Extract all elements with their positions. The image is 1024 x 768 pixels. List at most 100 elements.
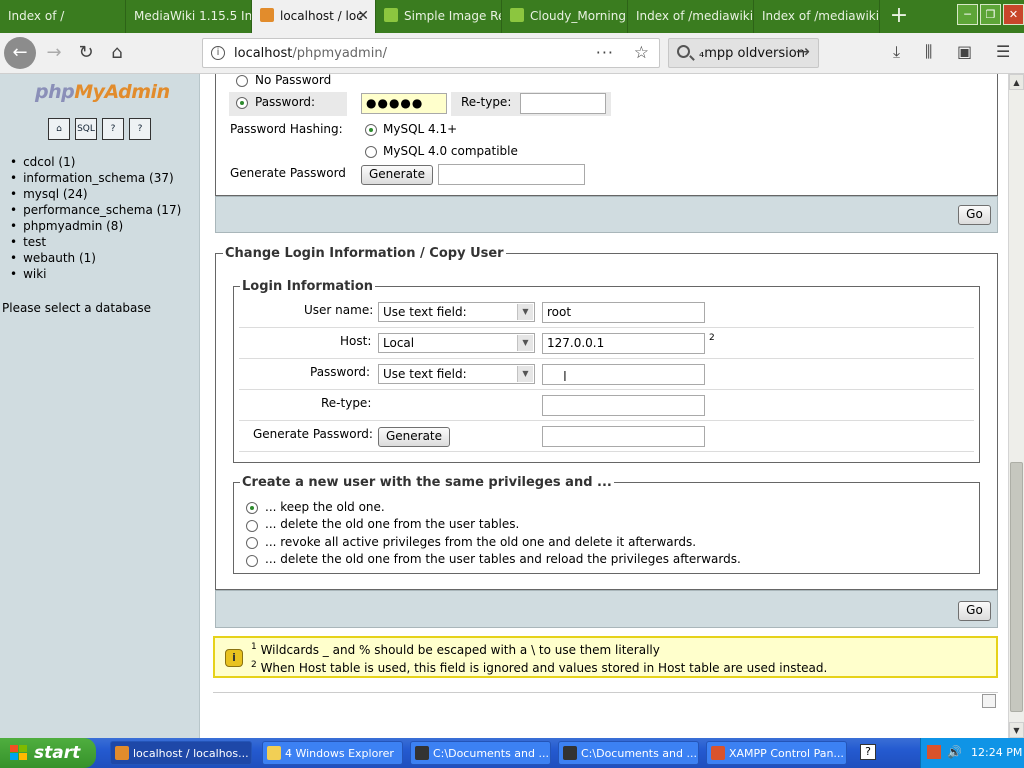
keep-old-radio[interactable] xyxy=(246,502,258,514)
username-label: User name: xyxy=(304,303,374,317)
notice-icon: i xyxy=(225,649,243,667)
info-icon[interactable]: i xyxy=(211,46,225,60)
keep-old-label: ... keep the old one. xyxy=(265,500,385,514)
scroll-down-icon[interactable]: ▼ xyxy=(1009,722,1024,738)
database-link[interactable]: cdcol (1) xyxy=(10,154,181,170)
close-window-button[interactable]: ✕ xyxy=(1003,4,1024,25)
login-password-label: Password: xyxy=(310,365,371,379)
clock: 12:24 PM xyxy=(971,746,1023,759)
phpmyadmin-favicon-icon xyxy=(260,8,274,22)
password-type-select[interactable]: Use text field: ▼ xyxy=(378,364,535,384)
search-go-icon[interactable]: → xyxy=(796,42,810,62)
row-divider xyxy=(239,451,974,452)
go-button[interactable]: Go xyxy=(958,601,991,621)
window-controls: ─ ❐ ✕ xyxy=(957,4,1024,25)
restore-button[interactable]: ❐ xyxy=(980,4,1001,25)
hash-mysql41-radio[interactable] xyxy=(365,124,377,136)
forward-button[interactable]: → xyxy=(38,37,70,69)
retype-password-input[interactable] xyxy=(520,93,606,114)
browser-tab[interactable]: Index of /mediawiki/ xyxy=(628,0,754,33)
taskbar-item[interactable]: C:\Documents and ... xyxy=(410,741,551,765)
generate-password-label: Generate Password xyxy=(230,166,346,180)
scroll-thumb[interactable] xyxy=(1010,462,1023,712)
login-retype-input[interactable] xyxy=(542,395,705,416)
menu-icon[interactable]: ☰ xyxy=(996,42,1010,61)
main-content-frame: No Password Password: ●●●●● Re-type: Pas… xyxy=(201,74,1008,738)
login-generate-button[interactable]: Generate xyxy=(378,427,450,447)
hash-mysql40-label: MySQL 4.0 compatible xyxy=(383,144,518,158)
query-icon[interactable]: ? xyxy=(102,118,124,140)
sidebar-icon[interactable]: ▣ xyxy=(957,42,972,61)
download-icon[interactable]: ⤓ xyxy=(893,42,900,62)
bookmark-star-icon[interactable]: ☆ xyxy=(634,43,649,63)
reload-button[interactable]: ↻ xyxy=(70,37,102,69)
database-link[interactable]: webauth (1) xyxy=(10,250,181,266)
new-tab-button[interactable]: + xyxy=(880,0,918,33)
phpmyadmin-logo[interactable]: phpMyAdmin xyxy=(35,81,170,103)
row-divider xyxy=(239,327,974,328)
taskbar-item[interactable]: 4 Windows Explorer xyxy=(262,741,403,765)
no-password-radio[interactable] xyxy=(236,75,248,87)
hash-mysql40-radio[interactable] xyxy=(365,146,377,158)
vertical-scrollbar[interactable]: ▲ ▼ xyxy=(1008,74,1024,738)
green-leaf-icon xyxy=(510,8,524,22)
browser-tab[interactable]: Index of /mediawiki/1 xyxy=(754,0,880,33)
delete-reload-radio[interactable] xyxy=(246,555,258,567)
database-link[interactable]: phpmyadmin (8) xyxy=(10,218,181,234)
password-input[interactable]: ●●●●● xyxy=(361,93,447,114)
taskbar-item[interactable]: XAMPP Control Pan... xyxy=(706,741,847,765)
volume-icon[interactable]: 🔊 xyxy=(947,745,962,759)
navigation-toolbar: ← → ↻ ⌂ i localhost/phpmyadmin/ ··· ☆ ₄m… xyxy=(0,33,1024,74)
host-type-select[interactable]: Local ▼ xyxy=(378,333,535,353)
database-link[interactable]: information_schema (37) xyxy=(10,170,181,186)
host-footnote-marker: 2 xyxy=(709,333,715,343)
browser-tab-active[interactable]: localhost / loc ✕ xyxy=(252,0,376,33)
go-button[interactable]: Go xyxy=(958,205,991,225)
database-link[interactable]: performance_schema (17) xyxy=(10,202,181,218)
password-label: Password: xyxy=(255,95,316,109)
browser-tab[interactable]: Index of / xyxy=(0,0,126,33)
start-button[interactable]: start xyxy=(0,738,96,768)
library-icon[interactable]: ⫼ xyxy=(925,42,932,62)
taskbar-item[interactable]: C:\Documents and ... xyxy=(558,741,699,765)
home-icon[interactable]: ⌂ xyxy=(101,37,133,69)
help-icon[interactable]: ? xyxy=(860,744,876,760)
username-type-select[interactable]: Use text field: ▼ xyxy=(378,302,535,322)
generate-button[interactable]: Generate xyxy=(361,165,433,185)
minimize-button[interactable]: ─ xyxy=(957,4,978,25)
hash-mysql41-label: MySQL 4.1+ xyxy=(383,122,458,136)
delete-old-radio[interactable] xyxy=(246,520,258,532)
browser-tab[interactable]: MediaWiki 1.15.5 Ins xyxy=(126,0,252,33)
host-input[interactable]: 127.0.0.1 xyxy=(542,333,705,354)
tab-label: localhost / loc xyxy=(280,9,363,23)
print-view-icon[interactable] xyxy=(982,694,996,708)
text-cursor-icon: I xyxy=(563,370,567,385)
browser-tab[interactable]: Simple Image Re xyxy=(376,0,502,33)
search-icon xyxy=(677,45,690,58)
close-tab-icon[interactable]: ✕ xyxy=(357,0,369,33)
database-link[interactable]: mysql (24) xyxy=(10,186,181,202)
login-retype-label: Re-type: xyxy=(321,396,372,410)
chevron-down-icon: ▼ xyxy=(517,366,533,382)
xampp-tray-icon[interactable] xyxy=(927,745,941,759)
browser-tab[interactable]: Cloudy_Morning xyxy=(502,0,628,33)
quick-icons: ⌂ SQL ? ? xyxy=(48,118,151,140)
scroll-up-icon[interactable]: ▲ xyxy=(1009,74,1024,90)
revoke-delete-radio[interactable] xyxy=(246,537,258,549)
back-button[interactable]: ← xyxy=(4,37,36,69)
home-icon[interactable]: ⌂ xyxy=(48,118,70,140)
username-input[interactable]: root xyxy=(542,302,705,323)
generated-password-field[interactable] xyxy=(438,164,585,185)
password-hashing-label: Password Hashing: xyxy=(230,122,343,136)
taskbar-item[interactable]: localhost / localhos... xyxy=(110,741,252,765)
page-actions-icon[interactable]: ··· xyxy=(596,43,614,62)
delete-old-label: ... delete the old one from the user tab… xyxy=(265,517,520,531)
search-bar[interactable]: ₄mpp oldversion → xyxy=(668,38,819,68)
password-radio[interactable] xyxy=(236,97,248,109)
url-bar[interactable]: i localhost/phpmyadmin/ ··· ☆ xyxy=(202,38,660,68)
sql-icon[interactable]: SQL xyxy=(75,118,97,140)
database-link[interactable]: wiki xyxy=(10,266,181,282)
docs-icon[interactable]: ? xyxy=(129,118,151,140)
database-link[interactable]: test xyxy=(10,234,181,250)
login-generated-password-field[interactable] xyxy=(542,426,705,447)
